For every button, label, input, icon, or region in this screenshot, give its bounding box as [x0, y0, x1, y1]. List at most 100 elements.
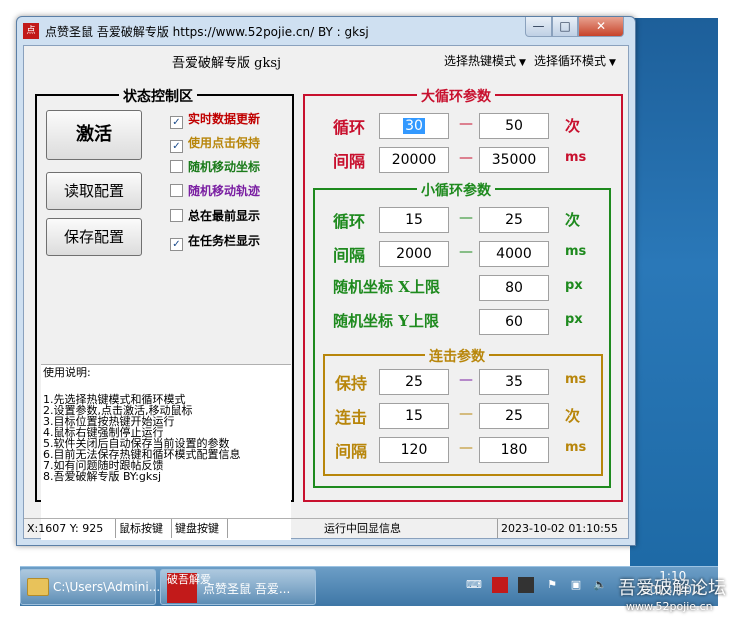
checkbox-label: 随机移动轨迹: [188, 184, 261, 198]
mouse-key-indicator: 鼠标按键: [116, 519, 172, 538]
checkbox-click-hold[interactable]: ✓ 使用点击保持: [170, 134, 260, 153]
big-loop-interval-unit: ms: [565, 150, 587, 165]
combo-hold-label: 保持: [335, 374, 368, 393]
small-loop-interval-max-input[interactable]: 4000: [479, 241, 549, 267]
combo-count-label: 连击: [335, 408, 368, 427]
status-control-panel: 状态控制区 激活 读取配置 保存配置 ✓ 实时数据更新 ✓ 使用点击保持 随机移动坐…: [35, 86, 294, 540]
small-loop-count-label: 循环: [333, 212, 366, 231]
maximize-button[interactable]: □: [552, 17, 578, 37]
app-icon: 点: [23, 23, 39, 39]
big-loop-count-unit: 次: [565, 117, 581, 135]
range-dash: —: [459, 116, 473, 132]
coords-readout: X:1607 Y: 925: [24, 519, 116, 538]
checkbox-box[interactable]: [170, 209, 183, 222]
checkbox-label: 总在最前显示: [188, 209, 261, 223]
combo-panel: 连击参数 保持 25 — 35 ms 连击 15 — 25 次 间隔 120 —…: [323, 346, 603, 476]
small-loop-interval-label: 间隔: [333, 246, 366, 265]
checkbox-box[interactable]: ✓: [170, 140, 183, 153]
combo-interval-min-input[interactable]: 120: [379, 437, 449, 463]
app-tray-icon[interactable]: [492, 577, 508, 593]
checkbox-show-in-taskbar[interactable]: ✓ 在任务栏显示: [170, 232, 260, 251]
loop-mode-menu[interactable]: 选择循环模式 ▼: [534, 52, 616, 69]
range-dash: —: [459, 440, 473, 456]
checkbox-label: 在任务栏显示: [188, 234, 261, 248]
status-datetime: 2023-10-02 01:10:55: [501, 522, 618, 535]
checkbox-random-path[interactable]: 随机移动轨迹: [170, 182, 260, 199]
range-dash: —: [459, 244, 473, 260]
status-control-title: 状态控制区: [119, 86, 197, 106]
big-loop-interval-max-input[interactable]: 35000: [479, 147, 549, 173]
small-loop-interval-min-input[interactable]: 2000: [379, 241, 449, 267]
activate-button[interactable]: 激活: [46, 110, 142, 160]
close-button[interactable]: ✕: [578, 17, 624, 37]
combo-interval-label: 间隔: [335, 442, 368, 461]
minimize-button[interactable]: —: [525, 17, 552, 37]
volume-icon[interactable]: 🔈: [592, 577, 608, 593]
random-x-limit-input[interactable]: 80: [479, 275, 549, 301]
desktop-wallpaper: [630, 18, 718, 566]
hotkey-mode-menu[interactable]: 选择热键模式 ▼: [444, 52, 526, 69]
action-center-icon[interactable]: ⚑: [544, 577, 560, 593]
taskbar: C:\Users\Admini... 破吾解爱 点赞圣鼠 吾爱... ⌨ ⚑ ▣…: [20, 566, 718, 606]
watermark-url: www.52pojie.cn: [626, 600, 713, 613]
taskbar-explorer-label: C:\Users\Admini...: [53, 580, 161, 594]
combo-hold-unit: ms: [565, 372, 587, 387]
small-loop-count-min-input[interactable]: 15: [379, 207, 449, 233]
status-message: 运行中回显信息: [228, 519, 498, 538]
combo-hold-max-input[interactable]: 35: [479, 369, 549, 395]
small-loop-title: 小循环参数: [417, 180, 495, 200]
taskbar-app-button[interactable]: 破吾解爱 点赞圣鼠 吾爱...: [160, 569, 316, 605]
random-y-limit-label: 随机坐标 Y上限: [333, 312, 439, 330]
watermark-text: 吾爱破解论坛: [618, 578, 726, 599]
chevron-down-icon: ▼: [609, 58, 616, 68]
range-dash: —: [459, 406, 473, 422]
range-dash: —: [459, 372, 473, 388]
combo-count-unit: 次: [565, 407, 581, 425]
small-loop-panel: 小循环参数 循环 15 — 25 次 间隔 2000 — 4000 ms 随机坐…: [313, 180, 611, 488]
checkbox-random-coords[interactable]: 随机移动坐标: [170, 158, 260, 175]
title-bar[interactable]: 点 点赞圣鼠 吾爱破解专版 https://www.52pojie.cn/ BY…: [17, 17, 635, 45]
checkbox-box[interactable]: [170, 184, 183, 197]
taskbar-app-label: 点赞圣鼠 吾爱...: [203, 582, 291, 596]
combo-interval-max-input[interactable]: 180: [479, 437, 549, 463]
checkbox-label: 实时数据更新: [188, 112, 261, 126]
combo-title: 连击参数: [425, 346, 489, 366]
combo-count-min-input[interactable]: 15: [379, 403, 449, 429]
save-config-button[interactable]: 保存配置: [46, 218, 142, 256]
folder-icon: [27, 578, 49, 596]
status-bar: X:1607 Y: 925 鼠标按键 键盘按键 运行中回显信息 2023-10-…: [24, 518, 628, 538]
small-loop-count-max-input[interactable]: 25: [479, 207, 549, 233]
checkbox-realtime-update[interactable]: ✓ 实时数据更新: [170, 110, 260, 129]
small-loop-count-unit: 次: [565, 211, 581, 229]
usage-title: 使用说明:: [43, 366, 91, 379]
network-icon[interactable]: ▣: [568, 577, 584, 593]
checkbox-box[interactable]: ✓: [170, 116, 183, 129]
usage-instructions: 使用说明: 1.先选择热键模式和循环模式 2.设置参数,点击激活,移动鼠标 3.…: [41, 364, 291, 540]
big-loop-panel: 大循环参数 循环 30 — 50 次 间隔 20000 — 35000 ms 小…: [303, 86, 623, 502]
client-area: 吾爱破解专版 gksj 选择热键模式 ▼ 选择循环模式 ▼ 状态控制区 激活 读取配…: [23, 45, 629, 540]
random-y-limit-input[interactable]: 60: [479, 309, 549, 335]
keyboard-key-indicator: 键盘按键: [172, 519, 228, 538]
big-loop-title: 大循环参数: [417, 86, 495, 106]
random-y-limit-unit: px: [565, 312, 583, 327]
vmware-icon[interactable]: [518, 577, 534, 593]
big-loop-count-min-input[interactable]: 30: [379, 113, 449, 139]
app-icon: 破吾解爱: [167, 573, 211, 603]
big-loop-interval-min-input[interactable]: 20000: [379, 147, 449, 173]
big-loop-interval-label: 间隔: [333, 152, 366, 171]
combo-hold-min-input[interactable]: 25: [379, 369, 449, 395]
app-window: 点 点赞圣鼠 吾爱破解专版 https://www.52pojie.cn/ BY…: [16, 16, 636, 546]
checkbox-box[interactable]: [170, 160, 183, 173]
checkbox-label: 随机移动坐标: [188, 160, 261, 174]
taskbar-explorer-button[interactable]: C:\Users\Admini...: [20, 569, 160, 605]
header-title: 吾爱破解专版 gksj: [172, 56, 282, 71]
checkbox-box[interactable]: ✓: [170, 238, 183, 251]
read-config-button[interactable]: 读取配置: [46, 172, 142, 210]
random-x-limit-unit: px: [565, 278, 583, 293]
keyboard-icon[interactable]: ⌨: [466, 577, 482, 593]
big-loop-count-max-input[interactable]: 50: [479, 113, 549, 139]
small-loop-interval-unit: ms: [565, 244, 587, 259]
checkbox-always-on-top[interactable]: 总在最前显示: [170, 207, 260, 224]
combo-count-max-input[interactable]: 25: [479, 403, 549, 429]
random-x-limit-label: 随机坐标 X上限: [333, 278, 440, 296]
